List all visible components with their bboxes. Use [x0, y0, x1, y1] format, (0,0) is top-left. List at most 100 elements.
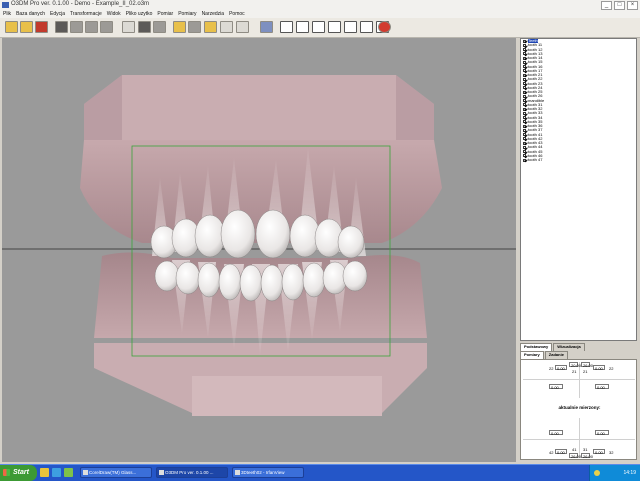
- menu-file[interactable]: Plik: [3, 10, 11, 18]
- checkbox-icon[interactable]: [523, 133, 526, 137]
- layers-icon[interactable]: [138, 21, 151, 33]
- bottom-field-2[interactable]: 26.00: [569, 453, 581, 459]
- start-label: Start: [13, 469, 29, 476]
- checkbox-icon[interactable]: [523, 82, 526, 86]
- taskbar-button-o3dm[interactable]: O3DM Pro ver. 0.1.00 ...: [156, 467, 228, 478]
- print-icon[interactable]: [55, 21, 68, 33]
- checkbox-icon[interactable]: [523, 128, 526, 132]
- view-top-icon[interactable]: [280, 21, 293, 33]
- menu-view[interactable]: Widok: [107, 10, 121, 18]
- file-icon[interactable]: [173, 21, 186, 33]
- checkbox-icon[interactable]: [523, 60, 526, 64]
- checkbox-icon[interactable]: [523, 52, 526, 56]
- start-button[interactable]: Start: [0, 465, 37, 481]
- desktop-icon[interactable]: [64, 468, 73, 477]
- taskbar-button-label: O3DM Pro ver. 0.1.00 ...: [165, 470, 214, 475]
- menu-database[interactable]: Baza danych: [16, 10, 45, 18]
- checkbox-icon[interactable]: [523, 73, 526, 77]
- irfanview-icon: [235, 470, 240, 475]
- checkbox-icon[interactable]: [523, 141, 526, 145]
- mid-field-left[interactable]: 0.00: [549, 384, 563, 390]
- bottom-mid-a: 41: [572, 447, 577, 452]
- copy-icon[interactable]: [236, 21, 249, 33]
- lock-icon[interactable]: [153, 21, 166, 33]
- checkbox-icon[interactable]: [523, 154, 526, 158]
- checkbox-icon[interactable]: [523, 124, 526, 128]
- checkbox-icon[interactable]: [523, 69, 526, 73]
- bottom-mid-b: 31: [583, 447, 588, 452]
- open-file-icon[interactable]: [20, 21, 33, 33]
- panel-tabs-bottom: Pomiary Zadanie: [520, 351, 569, 359]
- bottom-field-4[interactable]: 0.00: [593, 449, 605, 455]
- checkbox-icon[interactable]: [523, 39, 526, 43]
- checkbox-icon[interactable]: [523, 120, 526, 124]
- tab-measurements[interactable]: Pomiary: [520, 351, 544, 359]
- view-front-icon[interactable]: [296, 21, 309, 33]
- checkbox-icon[interactable]: [523, 48, 526, 52]
- checkbox-icon[interactable]: [523, 94, 526, 98]
- top-field-1[interactable]: 0.00: [555, 365, 567, 371]
- browser-icon[interactable]: [52, 468, 61, 477]
- maximize-button[interactable]: □: [614, 1, 625, 10]
- top-left-num: 22: [549, 366, 554, 371]
- teeth-upper-icon[interactable]: [312, 21, 325, 33]
- minimize-button[interactable]: _: [601, 1, 612, 10]
- menu-tools[interactable]: Narzedzia: [202, 10, 225, 18]
- top-field-2[interactable]: 20.00: [569, 362, 581, 368]
- top-field-4[interactable]: 0.00: [593, 365, 605, 371]
- corel-icon: [83, 470, 88, 475]
- teeth-front-icon[interactable]: [344, 21, 357, 33]
- lower-field-right[interactable]: 0.00: [595, 430, 609, 436]
- tab-task[interactable]: Zadanie: [544, 351, 568, 359]
- checkbox-icon[interactable]: [523, 103, 526, 107]
- checkbox-icon[interactable]: [523, 150, 526, 154]
- menu-transform[interactable]: Transformacje: [70, 10, 102, 18]
- view-left-icon[interactable]: [260, 21, 273, 33]
- rotate-icon[interactable]: [122, 21, 135, 33]
- taskbar-button-corel[interactable]: CorelDraw(TM) Glass...: [80, 467, 152, 478]
- tab-visualization[interactable]: Wizualizacja: [553, 343, 585, 351]
- bottom-field-1[interactable]: 0.00: [555, 449, 567, 455]
- lower-field-left[interactable]: 0.00: [549, 430, 563, 436]
- wire-icon[interactable]: [100, 21, 113, 33]
- checkbox-icon[interactable]: [523, 107, 526, 111]
- top-field-3[interactable]: 26.00: [581, 362, 593, 368]
- tree-item[interactable]: tooth 47: [521, 158, 636, 162]
- taskbar-button-irfanview[interactable]: 3Dteeth02 - IrfanView: [232, 467, 304, 478]
- object-tree[interactable]: Teeth tooth 11 tooth 12 tooth 13 tooth 14 too…: [520, 38, 637, 341]
- menu-measurements[interactable]: Pomiary: [178, 10, 196, 18]
- menu-user[interactable]: Pliko uzytko: [126, 10, 153, 18]
- mid-field-right[interactable]: 0.00: [595, 384, 609, 390]
- teeth-lower-icon[interactable]: [328, 21, 341, 33]
- model-icon[interactable]: [85, 21, 98, 33]
- teeth-side-icon[interactable]: [360, 21, 373, 33]
- grid-icon[interactable]: [70, 21, 83, 33]
- bottom-field-3[interactable]: 26.00: [581, 453, 593, 459]
- bottom-right-num: 32: [609, 450, 614, 455]
- checkbox-icon[interactable]: [523, 137, 526, 141]
- menu-measure[interactable]: Pomiar: [157, 10, 173, 18]
- menu-help[interactable]: Pomoc: [229, 10, 245, 18]
- folder-icon[interactable]: [40, 468, 49, 477]
- checkbox-icon[interactable]: [523, 158, 526, 162]
- checkbox-icon[interactable]: [523, 116, 526, 120]
- checkbox-icon[interactable]: [523, 65, 526, 69]
- new-file-icon[interactable]: [5, 21, 18, 33]
- save-icon[interactable]: [35, 21, 48, 33]
- checkbox-icon[interactable]: [523, 145, 526, 149]
- checkbox-icon[interactable]: [523, 90, 526, 94]
- checkbox-icon[interactable]: [523, 111, 526, 115]
- stop-icon[interactable]: [220, 21, 233, 33]
- 3d-viewport[interactable]: [2, 38, 516, 462]
- checkbox-icon[interactable]: [523, 77, 526, 81]
- menu-edit[interactable]: Edycja: [50, 10, 65, 18]
- checkbox-icon[interactable]: [523, 99, 526, 103]
- save-disk-icon[interactable]: [188, 21, 201, 33]
- checkbox-icon[interactable]: [523, 56, 526, 60]
- tab-basic[interactable]: Podstawowy: [520, 343, 553, 351]
- folder-icon[interactable]: [204, 21, 217, 33]
- close-button[interactable]: ×: [627, 1, 638, 10]
- checkbox-icon[interactable]: [523, 43, 526, 47]
- checkbox-icon[interactable]: [523, 86, 526, 90]
- tray-icon[interactable]: [594, 470, 600, 476]
